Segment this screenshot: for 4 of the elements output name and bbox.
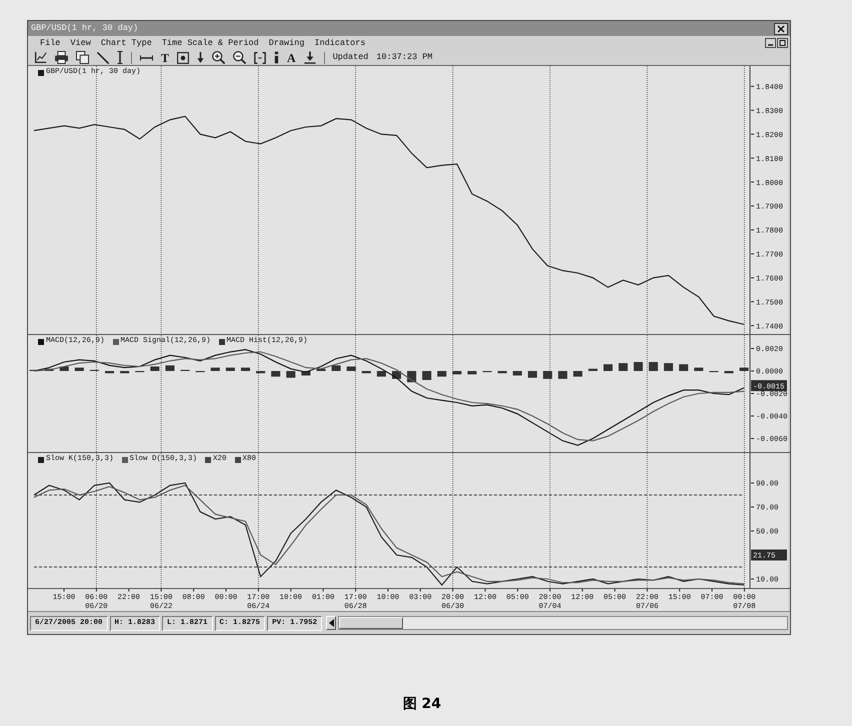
update-status: Updated [332, 53, 368, 62]
update-time: 10:37:23 PM [376, 53, 433, 62]
window-title: GBP/USD(1 hr, 30 day) [31, 24, 138, 33]
figure-caption: 图 24 [402, 696, 442, 712]
